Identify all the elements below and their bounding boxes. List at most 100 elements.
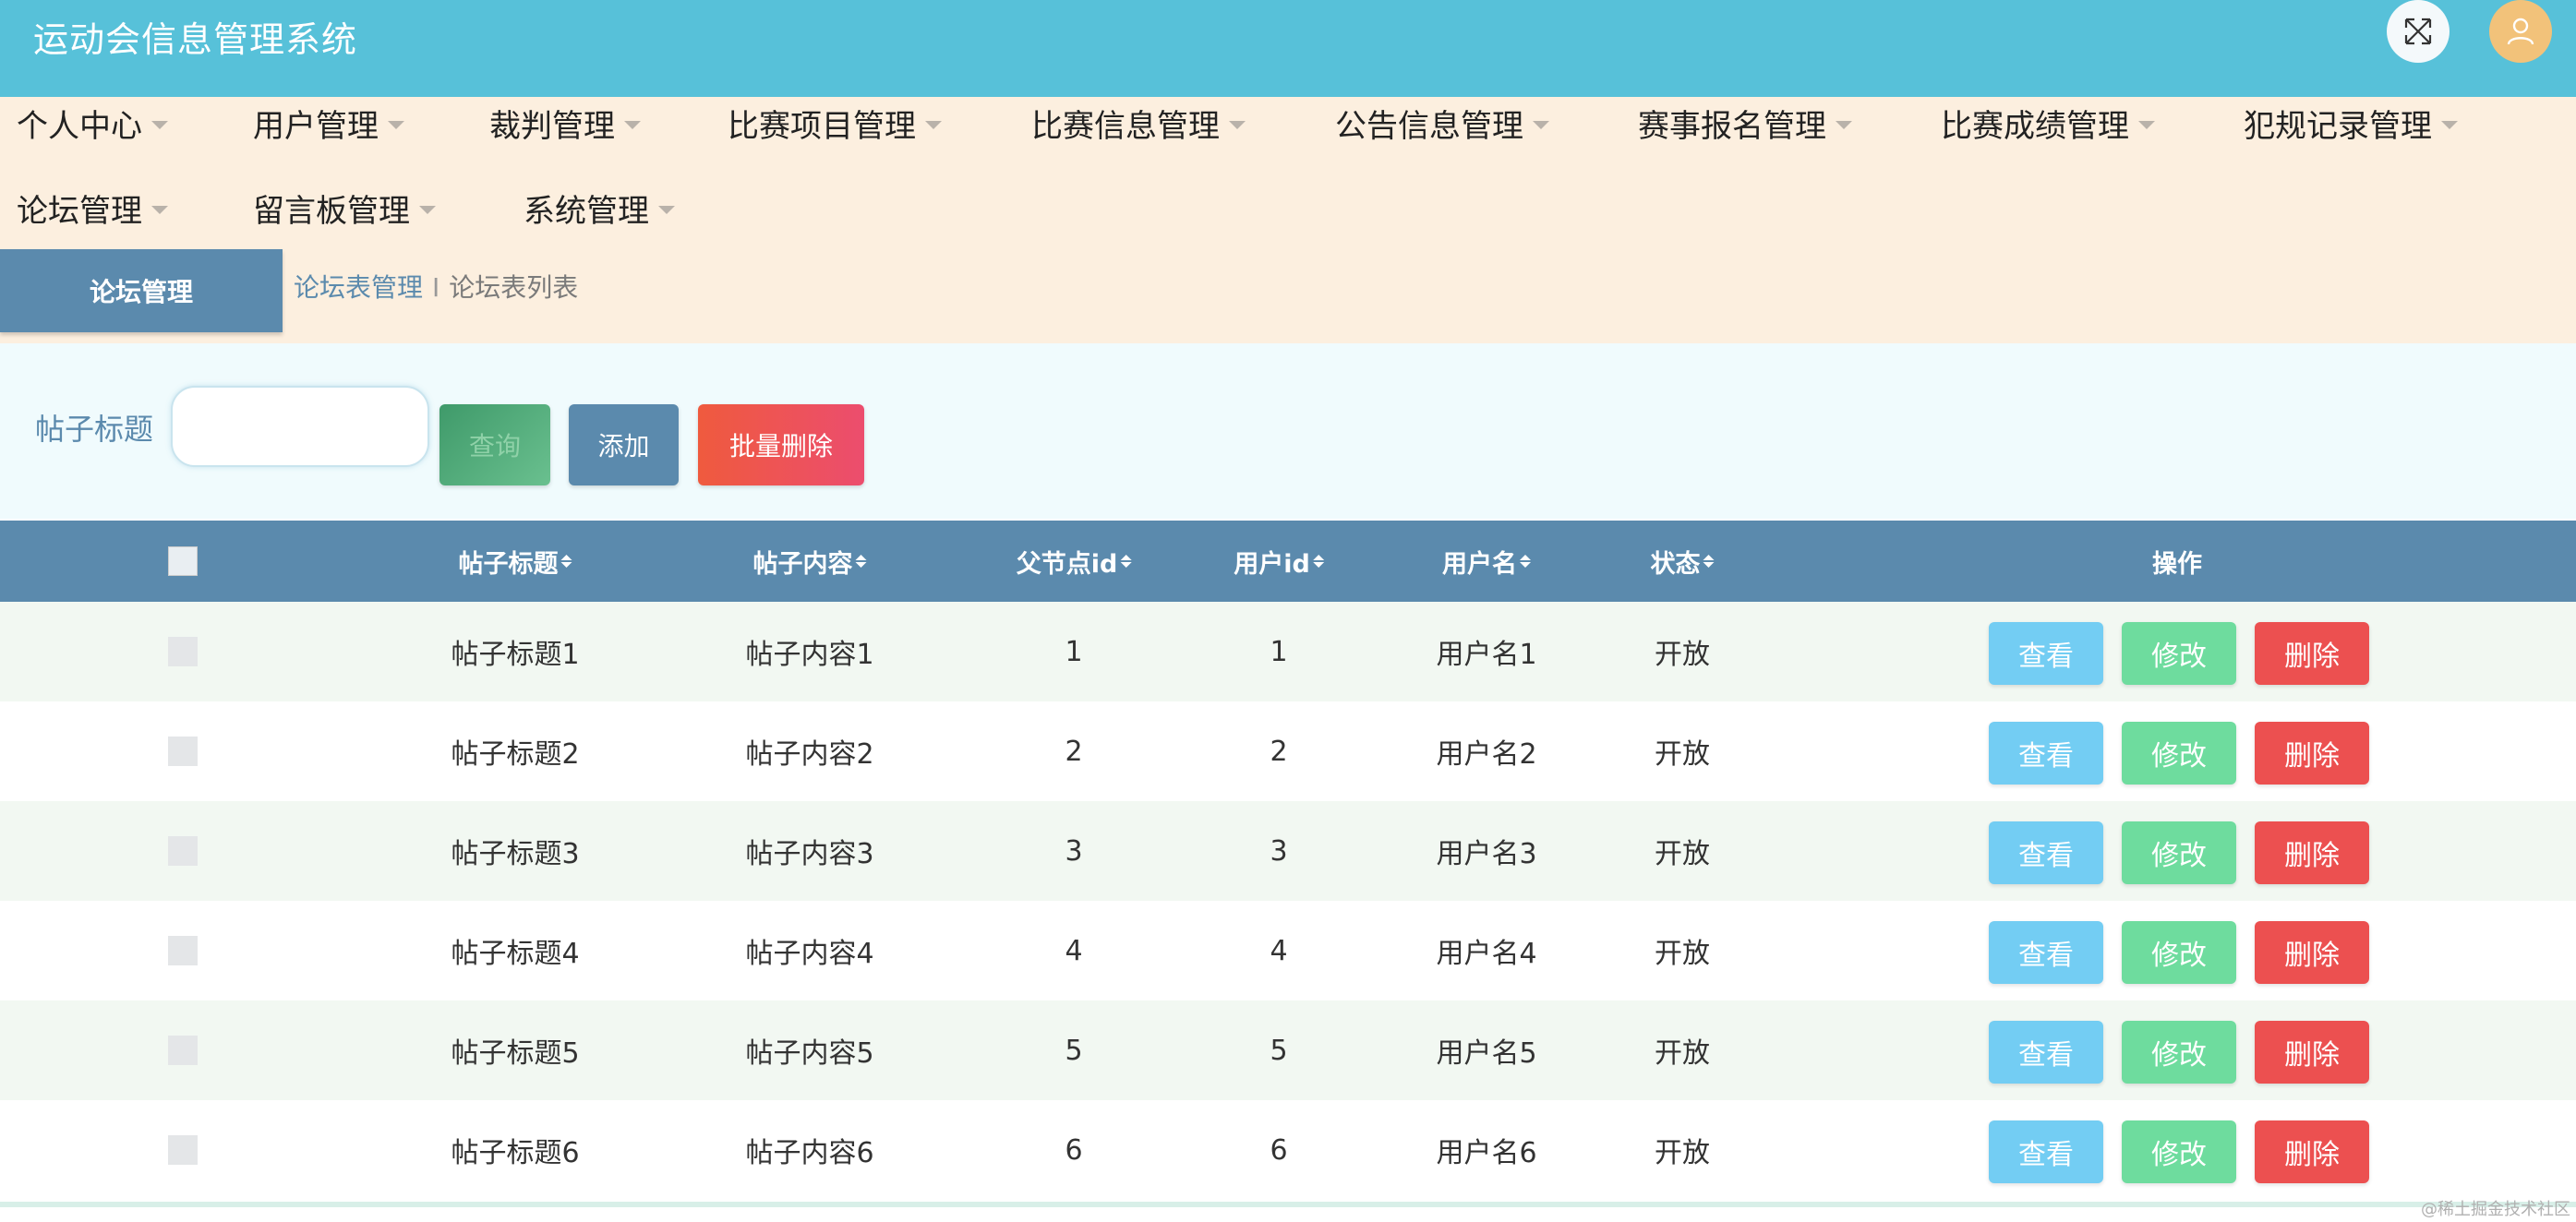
search-input[interactable] <box>171 386 429 467</box>
nav-item-referee-management[interactable]: 裁判管理 <box>489 99 641 147</box>
cell-user-id: 1 <box>1270 635 1288 668</box>
column-header-username[interactable]: 用户名 <box>1442 521 1531 602</box>
cell-user-id: 2 <box>1270 735 1288 768</box>
edit-button[interactable]: 修改 <box>2122 1021 2236 1084</box>
view-button[interactable]: 查看 <box>1989 622 2103 685</box>
cell-content: 帖子内容6 <box>745 1137 874 1169</box>
avatar[interactable] <box>2489 0 2552 63</box>
nav-item-label: 留言板管理 <box>253 192 410 230</box>
caret-down-icon <box>388 120 404 129</box>
caret-down-icon <box>1533 120 1549 129</box>
breadcrumb-parent[interactable]: 论坛表管理 <box>294 272 423 303</box>
nav-item-label: 个人中心 <box>17 107 142 145</box>
view-button[interactable]: 查看 <box>1989 722 2103 785</box>
row-checkbox[interactable] <box>168 936 198 965</box>
column-header-label: 帖子内容 <box>752 549 853 579</box>
delete-button[interactable]: 删除 <box>2255 622 2369 685</box>
edit-button[interactable]: 修改 <box>2122 921 2236 984</box>
nav-item-personal-center[interactable]: 个人中心 <box>17 99 168 147</box>
cell-username: 用户名1 <box>1436 639 1537 671</box>
cell-username: 用户名6 <box>1436 1137 1537 1169</box>
user-icon <box>2507 18 2534 45</box>
table-row: 帖子标题6 帖子内容6 6 6 用户名6 开放 查看 修改 删除 <box>0 1100 2576 1200</box>
column-header-label: 帖子标题 <box>458 549 559 579</box>
cell-title: 帖子标题1 <box>451 639 580 671</box>
table-row: 帖子标题1 帖子内容1 1 1 用户名1 开放 查看 修改 删除 <box>0 602 2576 701</box>
cell-content: 帖子内容5 <box>745 1037 874 1070</box>
column-header-parent-id[interactable]: 父节点id <box>1017 521 1132 602</box>
edit-button[interactable]: 修改 <box>2122 1120 2236 1183</box>
sort-icon <box>855 555 867 568</box>
column-header-content[interactable]: 帖子内容 <box>753 521 867 602</box>
nav-item-label: 赛事报名管理 <box>1638 107 1826 145</box>
row-checkbox[interactable] <box>168 836 198 866</box>
sort-icon <box>1120 555 1132 568</box>
cell-user-id: 4 <box>1270 934 1288 967</box>
edit-button[interactable]: 修改 <box>2122 821 2236 884</box>
cell-user-id: 6 <box>1270 1133 1288 1167</box>
nav-item-label: 裁判管理 <box>489 107 615 145</box>
nav-item-score-management[interactable]: 比赛成绩管理 <box>1941 99 2155 147</box>
table-row: 帖子标题4 帖子内容4 4 4 用户名4 开放 查看 修改 删除 <box>0 901 2576 1000</box>
edit-button[interactable]: 修改 <box>2122 722 2236 785</box>
query-button[interactable]: 查询 <box>439 404 550 485</box>
row-checkbox[interactable] <box>168 1036 198 1065</box>
column-header-label: 用户名 <box>1442 549 1517 579</box>
delete-button[interactable]: 删除 <box>2255 821 2369 884</box>
caret-down-icon <box>925 120 942 129</box>
cell-username: 用户名3 <box>1436 838 1537 870</box>
nav-item-label: 论坛管理 <box>17 192 142 230</box>
nav-item-registration-management[interactable]: 赛事报名管理 <box>1638 99 1852 147</box>
delete-button[interactable]: 删除 <box>2255 722 2369 785</box>
view-button[interactable]: 查看 <box>1989 821 2103 884</box>
caret-down-icon <box>658 205 675 214</box>
cell-parent-id: 2 <box>1065 735 1083 768</box>
cell-username: 用户名4 <box>1436 938 1537 970</box>
nav-item-label: 系统管理 <box>524 192 649 230</box>
sort-icon <box>1703 555 1715 568</box>
view-button[interactable]: 查看 <box>1989 921 2103 984</box>
table-bottom-border <box>0 1202 2576 1207</box>
cell-user-id: 3 <box>1270 834 1288 868</box>
delete-button[interactable]: 删除 <box>2255 1021 2369 1084</box>
sort-icon <box>1520 555 1531 568</box>
nav-item-foul-record-management[interactable]: 犯规记录管理 <box>2244 99 2458 147</box>
column-header-user-id[interactable]: 用户id <box>1234 521 1324 602</box>
cell-user-id: 5 <box>1270 1034 1288 1067</box>
batch-delete-button[interactable]: 批量删除 <box>698 404 864 485</box>
cell-title: 帖子标题6 <box>451 1137 580 1169</box>
nav-item-message-board-management[interactable]: 留言板管理 <box>253 184 436 232</box>
row-checkbox[interactable] <box>168 637 198 666</box>
cell-content: 帖子内容3 <box>745 838 874 870</box>
nav-item-notice-management[interactable]: 公告信息管理 <box>1335 99 1549 147</box>
view-button[interactable]: 查看 <box>1989 1021 2103 1084</box>
column-header-status[interactable]: 状态 <box>1651 521 1715 602</box>
nav-item-label: 公告信息管理 <box>1335 107 1523 145</box>
nav-item-match-info-management[interactable]: 比赛信息管理 <box>1031 99 1246 147</box>
column-header-label: 状态 <box>1650 549 1701 579</box>
row-checkbox[interactable] <box>168 737 198 766</box>
caret-down-icon <box>151 205 168 214</box>
fullscreen-button[interactable] <box>2387 0 2450 63</box>
nav-item-forum-management[interactable]: 论坛管理 <box>17 184 168 232</box>
breadcrumb-separator: I <box>432 272 440 303</box>
row-checkbox[interactable] <box>168 1135 198 1165</box>
delete-button[interactable]: 删除 <box>2255 921 2369 984</box>
column-header-title[interactable]: 帖子标题 <box>459 521 572 602</box>
add-button[interactable]: 添加 <box>569 404 679 485</box>
view-button[interactable]: 查看 <box>1989 1120 2103 1183</box>
sort-icon <box>560 555 572 568</box>
nav-item-event-project-management[interactable]: 比赛项目管理 <box>728 99 942 147</box>
delete-button[interactable]: 删除 <box>2255 1120 2369 1183</box>
section-tab[interactable]: 论坛管理 <box>0 249 283 332</box>
select-all-checkbox[interactable] <box>168 546 198 576</box>
table-row: 帖子标题5 帖子内容5 5 5 用户名5 开放 查看 修改 删除 <box>0 1000 2576 1100</box>
cell-status: 开放 <box>1655 1137 1710 1169</box>
caret-down-icon <box>2441 120 2458 129</box>
nav-item-system-management[interactable]: 系统管理 <box>524 184 675 232</box>
cell-status: 开放 <box>1655 938 1710 970</box>
nav-item-user-management[interactable]: 用户管理 <box>253 99 404 147</box>
caret-down-icon <box>151 120 168 129</box>
cell-parent-id: 1 <box>1065 635 1083 668</box>
edit-button[interactable]: 修改 <box>2122 622 2236 685</box>
